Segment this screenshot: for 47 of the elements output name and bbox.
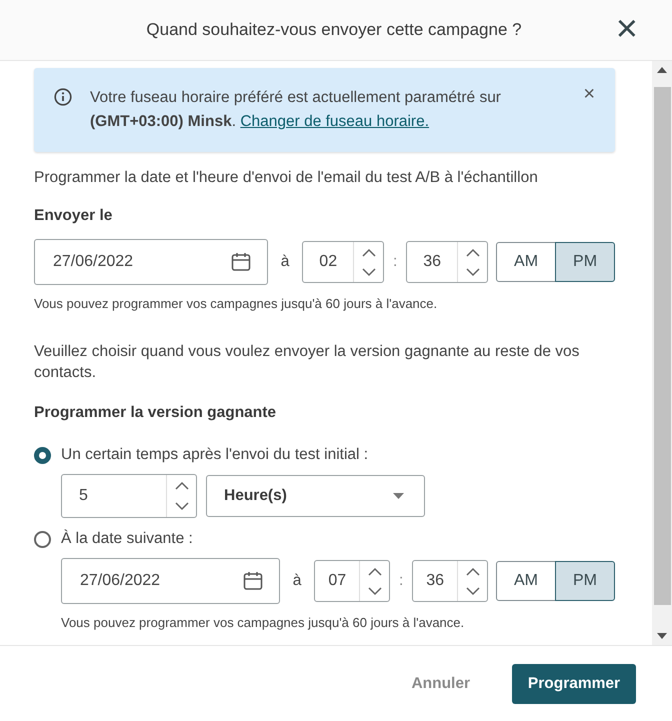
calendar-icon[interactable]	[242, 571, 263, 591]
decrement-icon[interactable]	[174, 502, 188, 511]
increment-icon[interactable]	[466, 248, 480, 257]
period-toggle[interactable]: PM	[555, 561, 615, 601]
option-label: Un certain temps après l'envoi du test initial :	[61, 445, 368, 465]
schedule-button[interactable]: Programmer	[512, 664, 636, 704]
option-label: À la date suivante :	[61, 528, 193, 549]
date-field[interactable]: 27/06/2022	[34, 239, 268, 286]
info-icon	[54, 88, 72, 106]
minute-field[interactable]: 36	[406, 241, 488, 284]
period-toggle[interactable]: AM	[496, 242, 556, 282]
caret-icon	[393, 493, 404, 499]
decrement-icon[interactable]	[362, 268, 376, 277]
hour-field[interactable]: 07	[314, 560, 390, 602]
date-field[interactable]: 27/06/2022	[61, 558, 280, 604]
radio-button[interactable]	[34, 446, 51, 464]
period-toggle[interactable]: PM	[555, 242, 616, 282]
close-alert-button[interactable]: ×	[583, 86, 595, 102]
dialog-title: Quand souhaitez-vous envoyer cette campagne ?	[146, 19, 522, 42]
at-label: à	[292, 571, 302, 591]
at-label: à	[280, 252, 290, 272]
decrement-icon[interactable]	[368, 586, 382, 596]
scrollbar[interactable]	[652, 61, 672, 645]
minute-field[interactable]: 36	[412, 560, 488, 602]
close-button[interactable]: ×	[616, 14, 638, 44]
colon-label: :	[399, 571, 404, 591]
period-toggle[interactable]: AM	[496, 561, 556, 601]
increment-icon[interactable]	[362, 248, 376, 257]
decrement-icon[interactable]	[466, 268, 480, 277]
increment-icon[interactable]	[466, 566, 480, 576]
section-label: Envoyer le	[34, 206, 114, 226]
alert-message: Votre fuseau horaire préféré est actuellement paramétré sur (GMT+03:00) Minsk. Changer de fuseau horaire.	[90, 88, 502, 132]
increment-icon[interactable]	[174, 481, 188, 490]
decrement-icon[interactable]	[466, 586, 480, 596]
amount-field[interactable]: 5	[61, 474, 197, 518]
unit-select[interactable]: Heure(s)	[206, 475, 425, 517]
section-label: Programmer la version gagnante	[34, 402, 278, 423]
hint-text: Vous pouvez programmer vos campagnes jusqu'à 60 jours à l'avance.	[61, 614, 466, 632]
change-timezone-link[interactable]: Changer de fuseau horaire.	[240, 113, 430, 130]
hint-text: Vous pouvez programmer vos campagnes jusqu'à 60 jours à l'avance.	[34, 295, 438, 314]
intro-text: Programmer la date et l'heure d'envoi de l'email du test A/B à l'échantillon	[34, 168, 539, 188]
increment-icon[interactable]	[368, 566, 382, 576]
radio-button[interactable]	[34, 530, 51, 548]
hour-field[interactable]: 02	[302, 241, 384, 284]
winner-prompt: Veuillez choisir quand vous voulez envoyer la version gagnante au reste de vos contacts.	[34, 342, 580, 383]
colon-label: :	[393, 252, 398, 272]
calendar-icon[interactable]	[230, 252, 251, 272]
